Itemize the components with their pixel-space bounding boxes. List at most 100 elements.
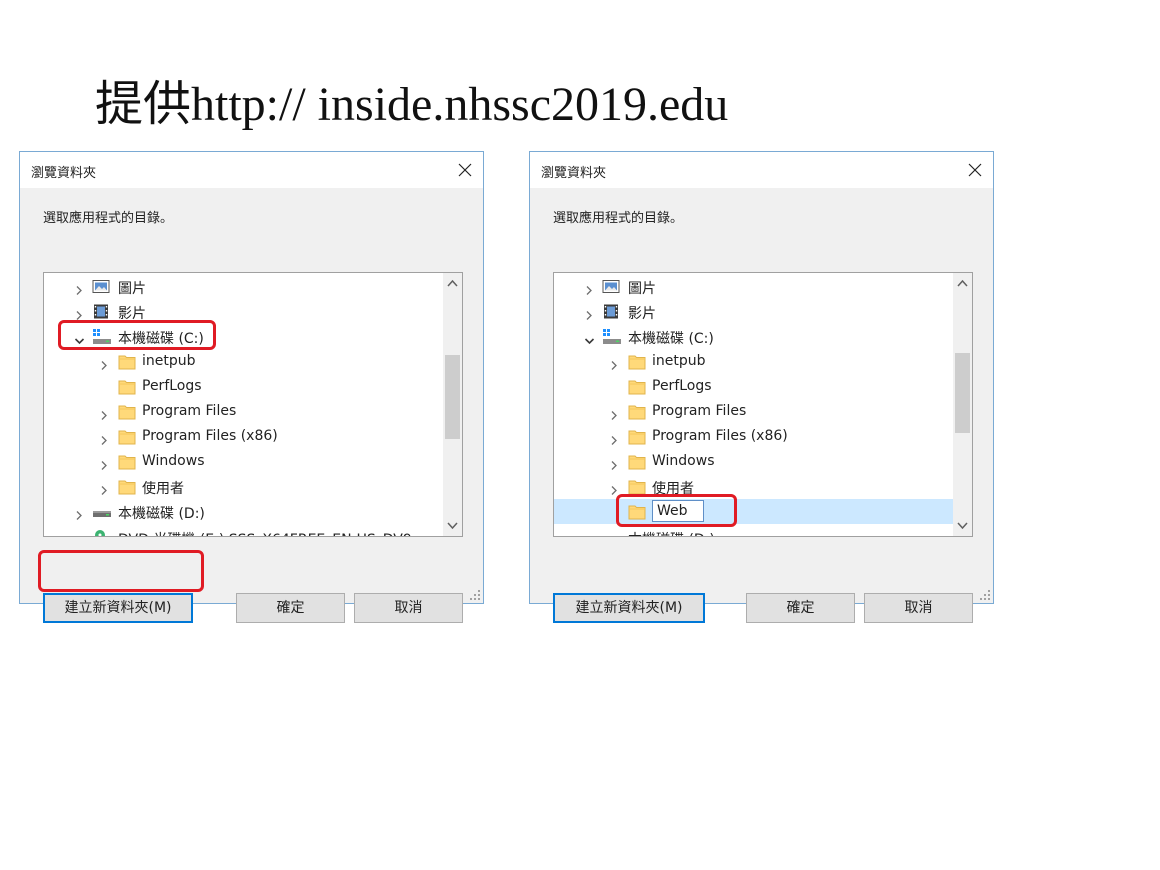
- scrollbar-thumb[interactable]: [955, 353, 970, 433]
- close-button[interactable]: [451, 156, 479, 184]
- tree-item[interactable]: PerfLogs: [554, 374, 953, 399]
- folder-icon: [118, 453, 136, 470]
- folder-icon: [628, 478, 646, 495]
- dialog-prompt: 選取應用程式的目錄。: [43, 211, 174, 226]
- new-folder-button[interactable]: 建立新資料夾(M): [43, 593, 193, 623]
- chevron-right-icon[interactable]: [74, 306, 84, 320]
- tree-item[interactable]: 使用者: [44, 474, 443, 499]
- tree-item-label: Program Files (x86): [652, 428, 788, 445]
- chevron-right-icon[interactable]: [609, 356, 619, 370]
- tree-item-label: 使用者: [142, 481, 184, 498]
- cancel-button[interactable]: 取消: [864, 593, 973, 623]
- folder-icon: [628, 453, 646, 470]
- dialog-body: 選取應用程式的目錄。 圖片影片本機磁碟 (C:) inetpub PerfLogs P…: [20, 188, 483, 623]
- folder-tree[interactable]: 圖片影片本機磁碟 (C:) inetpub PerfLogs Program File…: [553, 272, 973, 537]
- chevron-down-icon[interactable]: [584, 331, 595, 344]
- tree-item[interactable]: Program Files: [44, 399, 443, 424]
- tree-item[interactable]: Program Files (x86): [44, 424, 443, 449]
- chevron-right-icon[interactable]: [99, 481, 109, 496]
- videos-icon: [602, 303, 620, 320]
- tree-item[interactable]: 影片: [554, 299, 953, 324]
- ok-button[interactable]: 確定: [236, 593, 345, 623]
- chevron-right-icon[interactable]: [584, 306, 594, 320]
- new-folder-button[interactable]: 建立新資料夾(M): [553, 593, 705, 623]
- close-button[interactable]: [961, 156, 989, 184]
- tree-item[interactable]: Web: [554, 499, 953, 525]
- browse-folder-dialog: 瀏覽資料夾 選取應用程式的目錄。 圖片影片本機磁碟 (C:) inetpub Per…: [19, 151, 484, 623]
- tree-item[interactable]: 圖片: [44, 274, 443, 299]
- cancel-button[interactable]: 取消: [354, 593, 463, 623]
- ok-button[interactable]: 確定: [746, 593, 855, 623]
- dialog-body: 選取應用程式的目錄。 圖片影片本機磁碟 (C:) inetpub PerfLogs P…: [530, 188, 993, 623]
- chevron-right-icon[interactable]: [74, 532, 84, 537]
- tree-item[interactable]: 影片: [44, 299, 443, 324]
- scrollbar-thumb[interactable]: [445, 355, 460, 439]
- scroll-down-icon[interactable]: [447, 521, 458, 530]
- dialog-title: 瀏覽資料夾: [31, 166, 97, 181]
- local-drive-icon: [92, 328, 111, 345]
- tree-item-label: 本機磁碟 (D:): [118, 506, 205, 523]
- chevron-right-icon[interactable]: [584, 532, 594, 537]
- folder-icon: [628, 428, 646, 445]
- pictures-icon: [92, 278, 110, 295]
- dialog-titlebar[interactable]: 瀏覽資料夾: [530, 152, 993, 188]
- tree-item[interactable]: inetpub: [44, 349, 443, 374]
- chevron-down-icon[interactable]: [74, 331, 85, 344]
- scroll-up-icon[interactable]: [957, 279, 968, 288]
- chevron-right-icon[interactable]: [99, 456, 109, 471]
- tree-item[interactable]: Windows: [44, 449, 443, 474]
- dialog-titlebar[interactable]: 瀏覽資料夾: [20, 152, 483, 188]
- chevron-right-icon[interactable]: [99, 431, 109, 446]
- tree-item[interactable]: Program Files (x86): [554, 424, 953, 449]
- tree-item[interactable]: PerfLogs: [44, 374, 443, 399]
- tree-item-label: Program Files (x86): [142, 428, 278, 445]
- vertical-scrollbar[interactable]: [443, 273, 462, 536]
- chevron-right-icon[interactable]: [609, 431, 619, 446]
- chevron-right-icon[interactable]: [584, 281, 594, 295]
- chevron-right-icon[interactable]: [74, 281, 84, 295]
- tree-item[interactable]: inetpub: [554, 349, 953, 374]
- tree-item[interactable]: 本機磁碟 (C:): [44, 324, 443, 349]
- scroll-down-icon[interactable]: [957, 521, 968, 530]
- tree-item[interactable]: 本機磁碟 (D:): [44, 499, 443, 524]
- resize-grip-icon[interactable]: [469, 589, 481, 601]
- tree-item[interactable]: 使用者: [554, 474, 953, 499]
- chevron-right-icon[interactable]: [609, 406, 619, 420]
- tree-item[interactable]: Program Files: [554, 399, 953, 424]
- rename-folder-input[interactable]: Web: [652, 500, 704, 523]
- tree-item-label: 影片: [628, 305, 656, 322]
- chevron-right-icon[interactable]: [609, 456, 619, 471]
- tree-item-label: 使用者: [652, 481, 694, 498]
- scroll-up-icon[interactable]: [447, 279, 458, 288]
- chevron-right-icon[interactable]: [609, 481, 619, 496]
- tree-item[interactable]: 本機磁碟 (C:): [554, 324, 953, 349]
- folder-icon: [118, 428, 136, 445]
- tree-item[interactable]: Windows: [554, 449, 953, 474]
- close-icon: [968, 163, 982, 177]
- chevron-right-icon[interactable]: [99, 356, 109, 370]
- tree-item-label: 影片: [118, 305, 146, 322]
- folder-icon: [118, 403, 136, 420]
- folder-icon: [118, 478, 136, 495]
- dialog-prompt: 選取應用程式的目錄。: [553, 211, 684, 226]
- chevron-right-icon[interactable]: [99, 406, 109, 420]
- folder-tree-rows: 圖片影片本機磁碟 (C:) inetpub PerfLogs Program File…: [554, 273, 953, 536]
- resize-grip-icon[interactable]: [979, 589, 991, 601]
- folder-icon: [118, 353, 136, 370]
- videos-icon: [92, 303, 110, 320]
- folder-tree-rows: 圖片影片本機磁碟 (C:) inetpub PerfLogs Program File…: [44, 273, 443, 536]
- tree-item-label: 本機磁碟 (C:): [628, 330, 714, 347]
- tree-item-label: 圖片: [118, 280, 146, 297]
- tree-item[interactable]: 圖片: [554, 274, 953, 299]
- chevron-right-icon[interactable]: [74, 506, 84, 521]
- folder-tree[interactable]: 圖片影片本機磁碟 (C:) inetpub PerfLogs Program File…: [43, 272, 463, 537]
- vertical-scrollbar[interactable]: [953, 273, 972, 536]
- tree-item-label: Program Files: [142, 403, 237, 419]
- folder-icon: [628, 378, 646, 395]
- tree-item-label: PerfLogs: [652, 377, 712, 394]
- tree-item[interactable]: 本機磁碟 (D:): [554, 525, 953, 537]
- tree-item-label: 圖片: [628, 280, 656, 297]
- folder-icon: [628, 403, 646, 420]
- tree-item[interactable]: DVD 光碟機 (E:) SSS_X64FREE_EN-US_DV9: [44, 525, 443, 537]
- tree-item-label: inetpub: [142, 352, 196, 369]
